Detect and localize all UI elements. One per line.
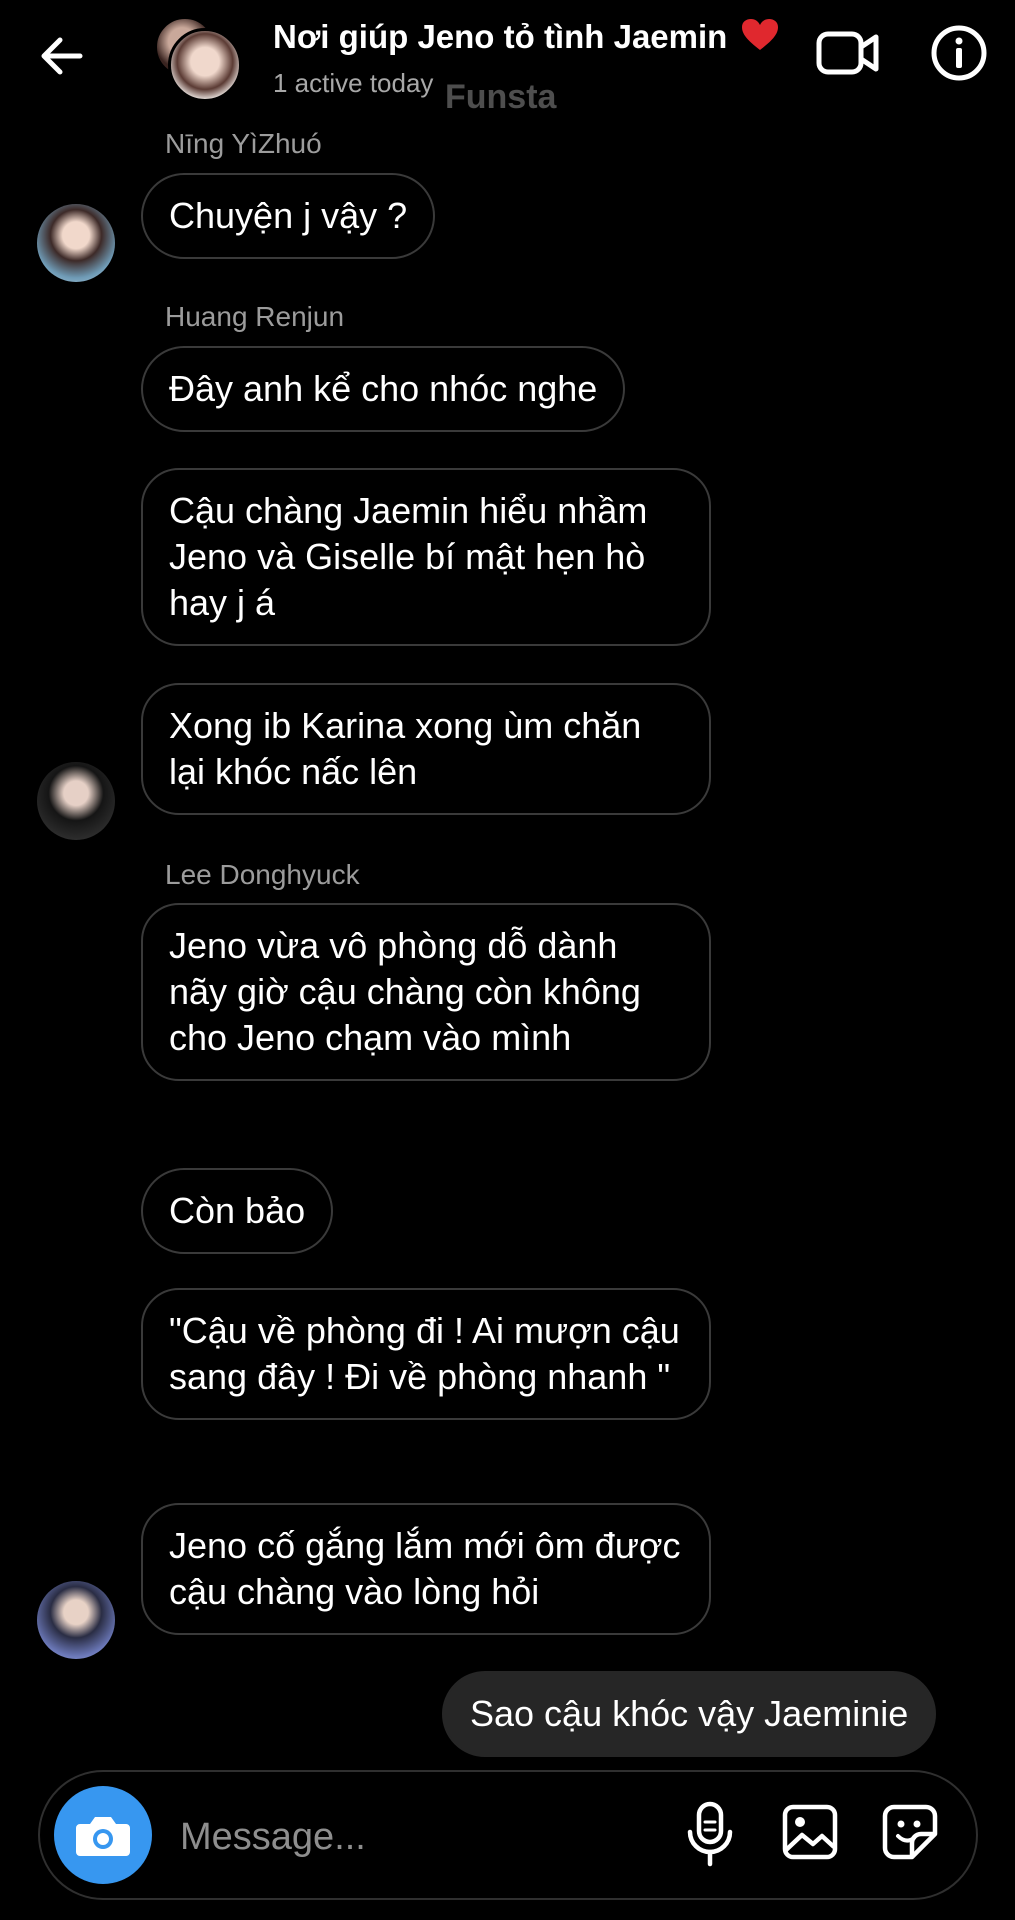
- message-bubble[interactable]: Đây anh kể cho nhóc nghe: [141, 346, 626, 432]
- group-avatar[interactable]: [154, 16, 242, 102]
- active-status: 1 active today: [273, 68, 434, 98]
- heart-icon: [741, 19, 778, 50]
- message-bubble[interactable]: "Cậu về phòng đi ! Ai mượn cậu sang đây …: [141, 1288, 711, 1420]
- member-avatar: [168, 28, 242, 102]
- gallery-icon[interactable]: [780, 1802, 840, 1862]
- camera-icon: [76, 1817, 130, 1856]
- microphone-icon[interactable]: [680, 1800, 740, 1870]
- message-bubble[interactable]: Cậu chàng Jaemin hiểu nhầm Jeno và Gisel…: [141, 468, 711, 646]
- video-call-icon[interactable]: [816, 26, 880, 80]
- chat-title-text: Nơi giúp Jeno tỏ tình Jaemin: [273, 18, 728, 55]
- message-bubble[interactable]: Xong ib Karina xong ùm chăn lại khóc nấc…: [141, 683, 711, 815]
- watermark: Funsta: [445, 78, 557, 116]
- back-arrow-icon[interactable]: [36, 30, 88, 82]
- sender-name: Huang Renjun: [165, 301, 345, 332]
- message-bubble[interactable]: Còn bảo: [141, 1168, 334, 1254]
- own-message-bubble[interactable]: Sao cậu khóc vậy Jaeminie: [442, 1671, 937, 1757]
- message-input[interactable]: [178, 1806, 662, 1868]
- sender-name: Nīng YìZhuó: [165, 128, 322, 159]
- camera-button[interactable]: [54, 1786, 152, 1884]
- info-icon[interactable]: [930, 24, 988, 82]
- sender-avatar[interactable]: [37, 762, 115, 840]
- sender-avatar[interactable]: [37, 204, 115, 282]
- sender-name: Lee Donghyuck: [165, 859, 360, 890]
- message-bubble[interactable]: Jeno cố gắng lắm mới ôm được cậu chàng v…: [141, 1503, 711, 1635]
- chat-title[interactable]: Nơi giúp Jeno tỏ tình Jaemin: [273, 18, 779, 56]
- sticker-icon[interactable]: [880, 1802, 940, 1862]
- sender-avatar[interactable]: [37, 1581, 115, 1659]
- message-bubble[interactable]: Chuyện j vậy ?: [141, 173, 436, 259]
- message-bubble[interactable]: Jeno vừa vô phòng dỗ dành nãy giờ cậu ch…: [141, 903, 711, 1081]
